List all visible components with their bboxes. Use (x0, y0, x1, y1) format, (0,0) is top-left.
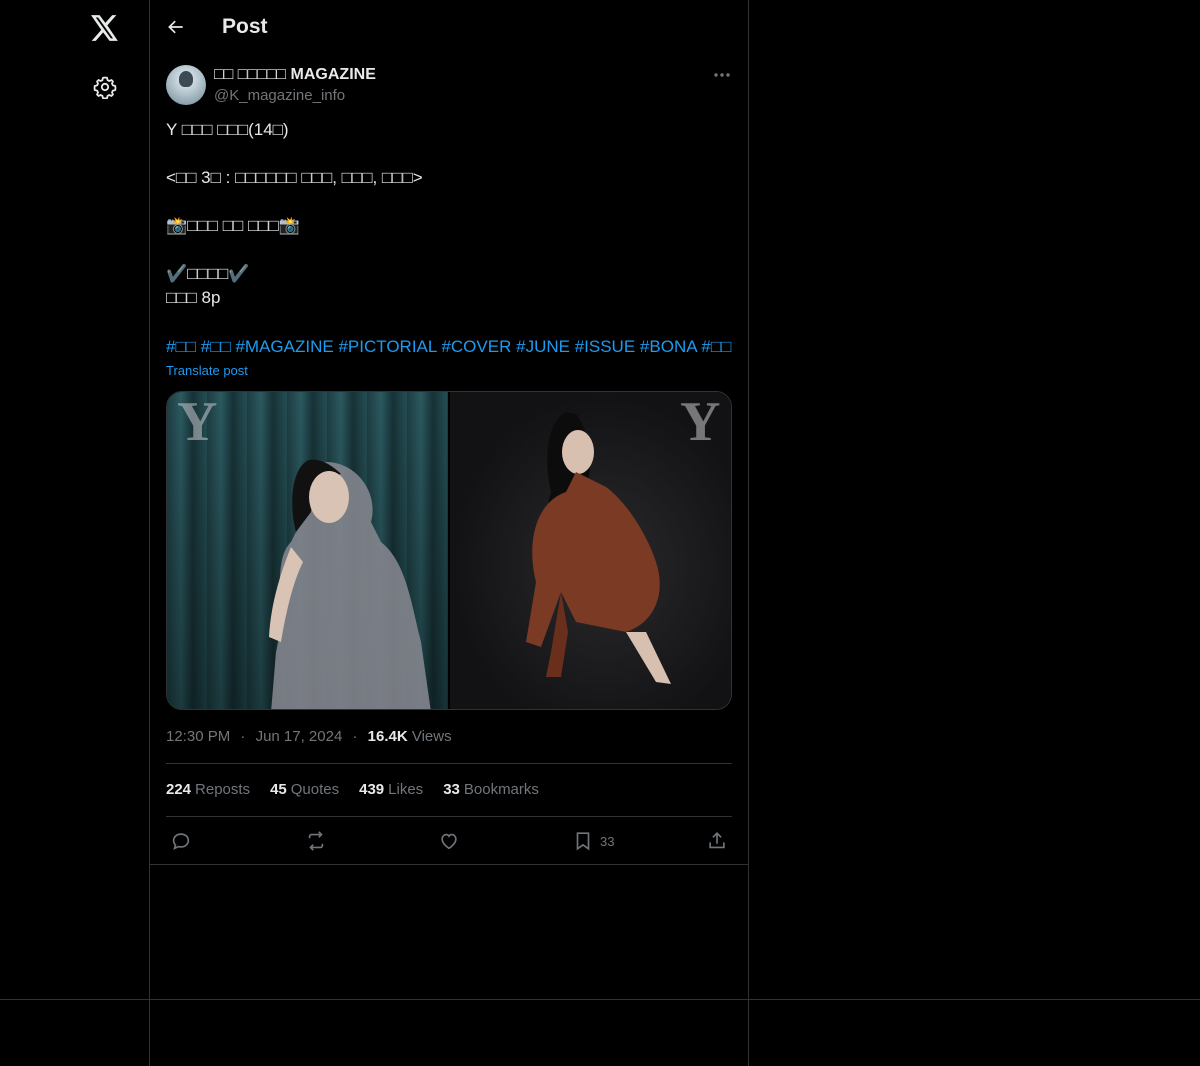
hashtag-link[interactable]: #PICTORIAL (338, 337, 436, 356)
stat-count: 439 (359, 781, 385, 798)
back-button[interactable] (164, 15, 188, 39)
magazine-logo: Y (177, 392, 218, 453)
reply-button[interactable] (170, 828, 192, 854)
bookmark-count: 33 (600, 833, 615, 849)
bookmark-icon (576, 832, 590, 851)
action-bar: 33 (166, 828, 732, 854)
avatar[interactable] (166, 65, 206, 105)
stat-label: Reposts (195, 781, 251, 798)
media-photo-1[interactable]: Y (167, 392, 448, 709)
stat-count: 33 (443, 781, 460, 798)
repost-icon (308, 831, 324, 851)
hashtag-link[interactable]: #□□ (701, 337, 731, 356)
stat-label: Quotes (290, 781, 340, 798)
stat-label: Likes (388, 781, 424, 798)
more-button[interactable] (710, 65, 734, 85)
views-label: Views (411, 728, 452, 745)
model-figure-2 (526, 412, 671, 684)
post-line-blank (166, 190, 732, 214)
hashtag-link[interactable]: #JUNE (516, 337, 570, 356)
post-line: <□□ 3□ : □□□□□□ □□□, □□□, □□□> (166, 168, 423, 187)
stat-likes[interactable]: 439 Likes (359, 780, 423, 800)
share-button[interactable] (706, 828, 728, 854)
left-sidebar (0, 0, 150, 1066)
post-line: Y □□□ □□□(14□) (166, 120, 289, 139)
views-count: 16.4K (367, 728, 408, 745)
divider (166, 816, 732, 817)
post-meta: 12:30 PM · Jun 17, 2024 · 16.4K Views (166, 727, 452, 747)
page-title: Post (222, 15, 268, 38)
post-line: ✔️□□□□✔️ (166, 264, 250, 283)
hashtag-link[interactable]: #COVER (441, 337, 511, 356)
post-date[interactable]: Jun 17, 2024 (256, 728, 343, 745)
post-stats: 224 Reposts 45 Quotes 439 Likes 33 Bookmarks (166, 780, 539, 800)
post-line-blank (166, 238, 732, 262)
hashtag-list: #□□ #□□ #MAGAZINE #PICTORIAL #COVER #JUN… (166, 335, 732, 359)
meta-separator: · (240, 728, 246, 745)
like-button[interactable] (438, 828, 460, 854)
hashtag-link[interactable]: #ISSUE (575, 337, 635, 356)
stat-quotes[interactable]: 45 Quotes (270, 780, 339, 800)
media-photo-2[interactable]: Y (450, 392, 731, 709)
post-time[interactable]: 12:30 PM (166, 728, 230, 745)
post-line-blank (166, 142, 732, 166)
post-line: □□□ 8p (166, 288, 221, 307)
hashtag-link[interactable]: #BONA (640, 337, 697, 356)
repost-button[interactable] (304, 828, 328, 854)
stat-label: Bookmarks (463, 781, 539, 798)
main-column: Post □□ □□□□□ MAGAZINE @K_magazine_info … (150, 0, 749, 1066)
stat-count: 45 (270, 781, 287, 798)
hashtag-link[interactable]: #MAGAZINE (235, 337, 333, 356)
page-header: Post (150, 0, 748, 54)
hashtag-link[interactable]: #□□ (166, 337, 196, 356)
heart-icon (441, 833, 457, 850)
gear-icon[interactable] (91, 73, 119, 101)
post-line: 📸□□□ □□ □□□📸 (166, 216, 300, 235)
magazine-logo: Y (680, 392, 721, 453)
stat-count: 224 (166, 781, 192, 798)
model-figure-1 (269, 459, 431, 709)
hashtag-link[interactable]: #□□ (201, 337, 231, 356)
author-handle[interactable]: @K_magazine_info (214, 86, 345, 106)
stat-reposts[interactable]: 224 Reposts (166, 780, 250, 800)
page-bottom-divider (0, 999, 1200, 1000)
bookmark-button[interactable]: 33 (572, 828, 614, 854)
author-name[interactable]: □□ □□□□□ MAGAZINE (214, 65, 376, 85)
media-grid: Y Y (166, 391, 732, 710)
post-bottom-border (150, 864, 748, 865)
meta-separator: · (352, 728, 358, 745)
translate-post-link[interactable]: Translate post (166, 362, 248, 380)
divider (166, 763, 732, 764)
reply-icon (172, 833, 190, 850)
arrow-left-icon (168, 20, 183, 34)
more-horizontal-icon (714, 73, 730, 77)
stat-bookmarks[interactable]: 33 Bookmarks (443, 780, 539, 800)
post-text: Y □□□ □□□(14□) <□□ 3□ : □□□□□□ □□□, □□□,… (166, 118, 732, 310)
x-logo-icon[interactable] (89, 12, 121, 44)
share-icon (709, 832, 725, 849)
